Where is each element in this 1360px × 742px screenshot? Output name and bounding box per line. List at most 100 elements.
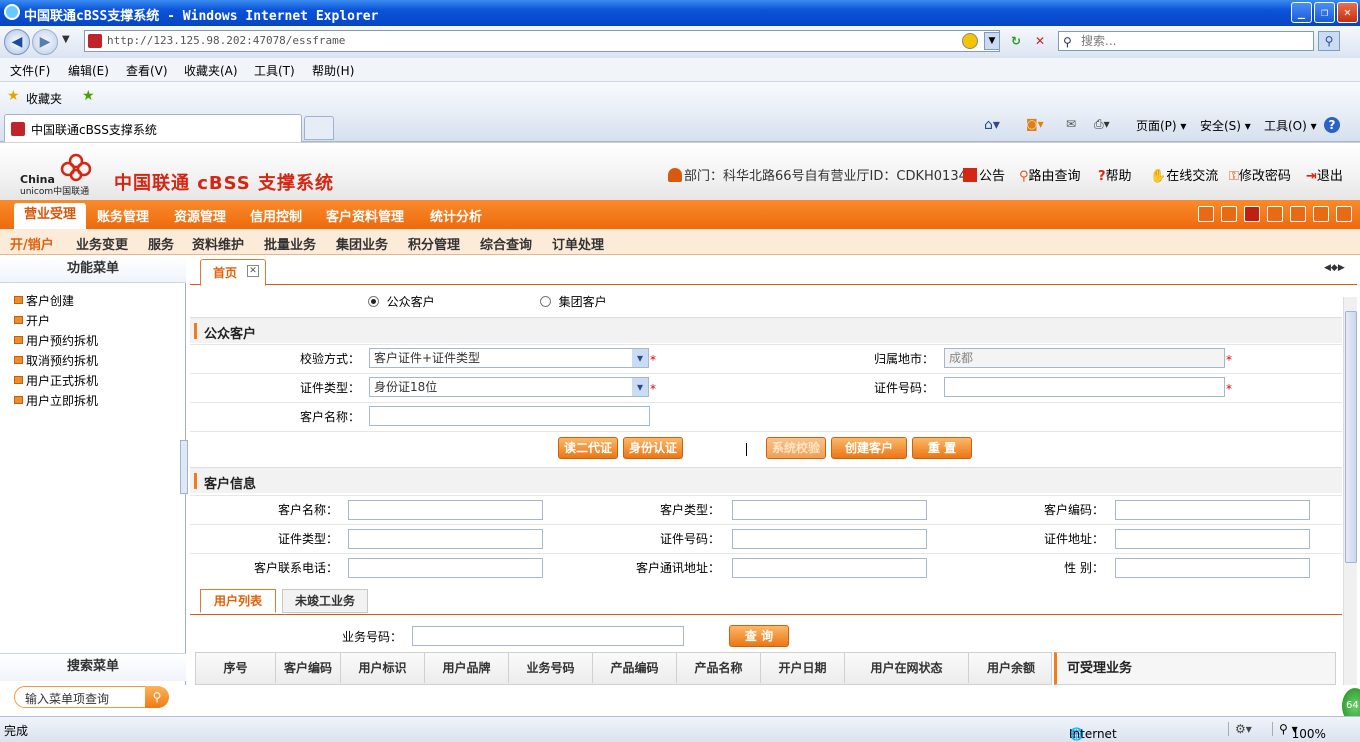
toolbar-user-add-icon[interactable] <box>1198 206 1214 222</box>
info-id-number-field[interactable] <box>732 529 927 549</box>
info-phone-field[interactable] <box>348 558 543 578</box>
reset-button[interactable]: 重 置 <box>912 437 972 459</box>
new-tab-button[interactable] <box>304 116 334 140</box>
subtab-unfinished[interactable]: 未竣工业务 <box>282 589 368 613</box>
restore-button[interactable]: ❐ <box>1314 2 1335 23</box>
nav-tab-business[interactable]: 营业受理 <box>14 203 86 229</box>
id-number-input[interactable] <box>944 377 1225 397</box>
info-id-type-field[interactable] <box>348 529 543 549</box>
toolbar-calendar-icon[interactable] <box>1244 206 1260 222</box>
secondary-nav: 开/销户 业务变更 服务 资料维护 批量业务 集团业务 积分管理 综合查询 订单… <box>0 229 1360 255</box>
unicom-logo: China unicom中国联通 <box>18 149 102 197</box>
menu-item-formal-dismantle[interactable]: 用户正式拆机 <box>14 372 98 389</box>
menu-view[interactable]: 查看(V) <box>126 62 168 79</box>
online-chat-link[interactable]: ✋在线交流 <box>1150 165 1218 184</box>
page-menu[interactable]: 页面(P) ▾ <box>1136 117 1186 134</box>
subnav-query[interactable]: 综合查询 <box>480 234 532 253</box>
notice-link[interactable]: 公告 <box>963 165 1005 184</box>
help-icon[interactable]: ? <box>1324 117 1340 133</box>
favorites-button[interactable]: 收藏夹 <box>26 90 62 107</box>
home-icon[interactable]: ⌂▾ <box>984 117 1000 133</box>
menu-help[interactable]: 帮助(H) <box>312 62 354 79</box>
subnav-batch[interactable]: 批量业务 <box>264 234 316 253</box>
info-id-address-field[interactable] <box>1115 529 1310 549</box>
help-link[interactable]: ?帮助 <box>1098 165 1132 184</box>
route-query-link[interactable]: ⚲路由查询 <box>1019 165 1081 184</box>
tab-close-icon[interactable]: ✕ <box>247 265 259 277</box>
toolbar-fullscreen-icon[interactable] <box>1336 206 1352 222</box>
logout-link[interactable]: ⇥退出 <box>1306 165 1343 184</box>
tab-home[interactable]: 首页 ✕ <box>200 259 266 286</box>
protected-mode-icon[interactable]: ⚙▾ <box>1228 722 1252 736</box>
tools-menu[interactable]: 工具(O) ▾ <box>1264 117 1317 134</box>
search-input[interactable]: ⚲ 搜索... <box>1058 31 1314 51</box>
menu-item-reserve-dismantle[interactable]: 用户预约拆机 <box>14 332 98 349</box>
nav-tab-credit[interactable]: 信用控制 <box>250 206 302 225</box>
safety-menu[interactable]: 安全(S) ▾ <box>1200 117 1251 134</box>
stop-icon[interactable]: ✕ <box>1030 30 1050 52</box>
close-window-button[interactable]: ✕ <box>1337 2 1358 23</box>
system-check-button[interactable]: 系统校验 <box>766 437 826 459</box>
nav-tab-customer-data[interactable]: 客户资料管理 <box>326 206 404 225</box>
nav-tab-statistics[interactable]: 统计分析 <box>430 206 482 225</box>
print-icon[interactable]: ⎙▾ <box>1094 117 1110 132</box>
toolbar-list-icon[interactable] <box>1290 206 1306 222</box>
menu-file[interactable]: 文件(F) <box>10 62 50 79</box>
info-customer-name-field[interactable] <box>348 500 543 520</box>
id-auth-button[interactable]: 身份认证 <box>623 437 683 459</box>
subtab-user-list[interactable]: 用户列表 <box>200 589 276 613</box>
menu-item-cancel-reserve[interactable]: 取消预约拆机 <box>14 352 98 369</box>
add-favorite-icon[interactable]: ★ <box>82 88 95 104</box>
browser-tab[interactable]: 中国联通cBSS支撑系统 <box>4 114 302 142</box>
mail-icon[interactable]: ✉ <box>1066 117 1076 131</box>
info-mail-address-field[interactable] <box>732 558 927 578</box>
compat-view-icon[interactable] <box>962 33 978 49</box>
content-scrollbar[interactable] <box>1343 297 1357 685</box>
toolbar-monitor-icon[interactable] <box>1313 206 1329 222</box>
customer-name-input[interactable] <box>369 406 650 426</box>
tab-scroll-arrows-icon[interactable]: ◀◆▶ <box>1324 263 1345 273</box>
verify-method-select[interactable]: 客户证件+证件类型 <box>369 348 649 368</box>
nav-tab-billing[interactable]: 账务管理 <box>97 206 149 225</box>
subnav-service[interactable]: 服务 <box>148 234 174 253</box>
radio-public-customer[interactable]: 公众客户 <box>368 293 435 310</box>
create-customer-button[interactable]: 创建客户 <box>831 437 907 459</box>
toolbar-window-icon[interactable] <box>1267 206 1283 222</box>
menu-item-immediate-dismantle[interactable]: 用户立即拆机 <box>14 392 98 409</box>
radio-group-customer[interactable]: 集团客户 <box>540 293 607 310</box>
address-dropdown-icon[interactable]: ▼ <box>984 32 1000 50</box>
menu-tools[interactable]: 工具(T) <box>254 62 295 79</box>
nav-tab-resources[interactable]: 资源管理 <box>174 206 226 225</box>
address-input[interactable]: http://123.125.98.202:47078/essframe <box>84 30 1000 52</box>
subnav-change[interactable]: 业务变更 <box>76 234 128 253</box>
change-password-link[interactable]: ⚿修改密码 <box>1229 165 1291 184</box>
refresh-icon[interactable]: ↻ <box>1006 30 1026 52</box>
menu-edit[interactable]: 编辑(E) <box>68 62 109 79</box>
subnav-group[interactable]: 集团业务 <box>336 234 388 253</box>
info-customer-type-field[interactable] <box>732 500 927 520</box>
subnav-orders[interactable]: 订单处理 <box>552 234 604 253</box>
subnav-points[interactable]: 积分管理 <box>408 234 460 253</box>
feeds-icon[interactable]: ◙▾ <box>1026 117 1044 131</box>
zoom-level[interactable]: ⚲ 100% ▾ <box>1272 722 1326 741</box>
info-gender-field[interactable] <box>1115 558 1310 578</box>
panel-splitter[interactable] <box>180 440 188 494</box>
back-button[interactable]: ◀ <box>4 29 30 55</box>
minimize-button[interactable]: _ <box>1291 2 1312 23</box>
menu-search-icon[interactable]: ⚲ <box>145 686 169 708</box>
menu-favorites[interactable]: 收藏夹(A) <box>184 62 238 79</box>
history-dropdown-icon[interactable]: ▼ <box>62 34 70 45</box>
toolbar-money-icon[interactable] <box>1221 206 1237 222</box>
subnav-data-maint[interactable]: 资料维护 <box>192 234 244 253</box>
search-go-button[interactable]: ⚲ <box>1318 31 1340 51</box>
question-icon: ? <box>1098 169 1106 184</box>
subnav-open-close[interactable]: 开/销户 <box>10 234 54 253</box>
query-button[interactable]: 查 询 <box>729 625 789 647</box>
id-type-select[interactable]: 身份证18位 <box>369 377 649 397</box>
service-number-input[interactable] <box>412 626 684 646</box>
read-id-card-button[interactable]: 读二代证 <box>558 437 618 459</box>
info-customer-code-field[interactable] <box>1115 500 1310 520</box>
forward-button[interactable]: ▶ <box>32 29 58 55</box>
menu-item-customer-create[interactable]: 客户创建 <box>14 292 74 309</box>
menu-item-open-account[interactable]: 开户 <box>14 312 50 329</box>
